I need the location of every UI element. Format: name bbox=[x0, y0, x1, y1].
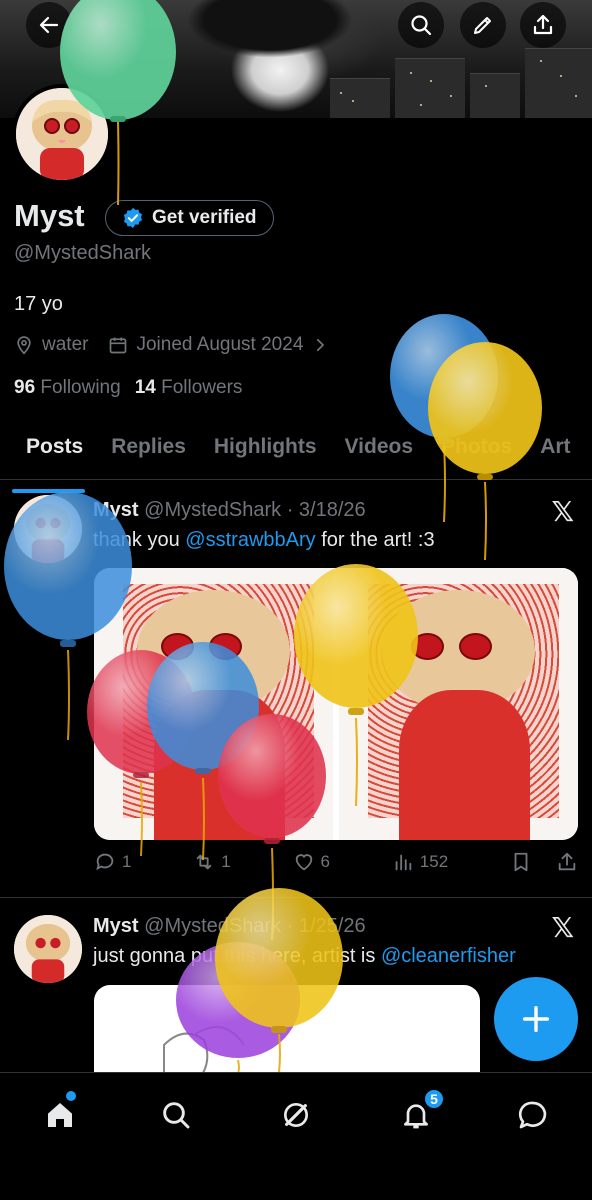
avatar-illustration bbox=[14, 915, 82, 983]
get-verified-label: Get verified bbox=[152, 207, 257, 228]
banner-building bbox=[395, 58, 465, 118]
arrow-left-icon bbox=[39, 16, 59, 34]
banner-building bbox=[525, 48, 592, 118]
profile-screen: Myst Get verified @MystedShark 17 yo wat… bbox=[0, 0, 592, 1200]
tab-highlights[interactable]: Highlights bbox=[200, 428, 331, 479]
followers-label: Followers bbox=[161, 377, 243, 398]
reply-count: 1 bbox=[122, 852, 132, 871]
tab-photos[interactable]: Photos bbox=[427, 428, 526, 479]
post-date[interactable]: · 1/25/26 bbox=[287, 915, 366, 937]
profile-meta: water Joined August 2024 bbox=[14, 334, 329, 356]
tab-art[interactable]: Art bbox=[526, 428, 584, 479]
chat-bubble-icon bbox=[518, 1101, 547, 1129]
avatar-illustration bbox=[14, 495, 82, 563]
home-unread-dot bbox=[66, 1091, 76, 1101]
heart-icon bbox=[295, 854, 312, 871]
post-author-name[interactable]: Myst bbox=[93, 915, 139, 937]
post-text-part: just gonna put this here, artist is bbox=[93, 945, 381, 967]
post-mention-link[interactable]: @sstrawbbAry bbox=[185, 529, 315, 551]
post-image-left[interactable] bbox=[94, 568, 333, 840]
plus-icon bbox=[522, 1005, 550, 1033]
profile-location: water bbox=[42, 334, 89, 355]
grok-icon bbox=[284, 1103, 308, 1127]
post-extra-actions bbox=[510, 851, 578, 873]
post-image-right[interactable] bbox=[339, 568, 578, 840]
get-verified-button[interactable]: Get verified bbox=[105, 200, 274, 236]
tab-videos[interactable]: Videos bbox=[331, 428, 427, 479]
post-avatar[interactable] bbox=[14, 915, 82, 983]
share-icon[interactable] bbox=[556, 851, 578, 873]
post-avatar[interactable] bbox=[14, 495, 82, 563]
post-author-handle[interactable]: @MystedShark bbox=[144, 915, 281, 937]
share-button[interactable] bbox=[520, 2, 566, 48]
post-text-part: for the art! :3 bbox=[315, 529, 435, 551]
profile-bio: 17 yo bbox=[14, 293, 63, 315]
banner-building bbox=[470, 73, 520, 118]
share-icon bbox=[533, 14, 553, 35]
post-text: just gonna put this here, artist is @cle… bbox=[93, 945, 516, 968]
compose-post-button[interactable] bbox=[494, 977, 578, 1061]
bottom-nav: 5 bbox=[0, 1072, 592, 1200]
followers-count: 14 bbox=[134, 377, 156, 398]
location-icon bbox=[17, 336, 31, 355]
repost-count: 1 bbox=[221, 852, 231, 871]
avatar-illustration bbox=[16, 88, 108, 180]
calendar-icon bbox=[110, 337, 127, 354]
post-date[interactable]: · 3/18/26 bbox=[287, 499, 366, 521]
views-icon bbox=[395, 854, 412, 871]
x-logo-icon[interactable]: 𝕏 bbox=[551, 495, 574, 528]
post-author-name[interactable]: Myst bbox=[93, 499, 139, 521]
post-item[interactable]: Myst @MystedShark · 3/18/26 𝕏 thank you … bbox=[0, 481, 592, 898]
tab-posts[interactable]: Posts bbox=[0, 428, 97, 493]
pencil-icon bbox=[474, 17, 491, 34]
chevron-right-icon[interactable] bbox=[311, 336, 329, 354]
views-count: 152 bbox=[419, 852, 449, 871]
profile-avatar[interactable] bbox=[12, 84, 112, 184]
reply-button[interactable]: 1 bbox=[94, 851, 131, 873]
profile-name: Myst bbox=[14, 198, 85, 233]
reply-icon bbox=[96, 853, 114, 871]
like-button[interactable]: 6 bbox=[293, 851, 330, 873]
post-media[interactable] bbox=[94, 568, 578, 840]
search-icon bbox=[163, 1102, 190, 1129]
notifications-badge: 5 bbox=[423, 1088, 445, 1110]
x-logo-icon[interactable]: 𝕏 bbox=[551, 911, 574, 944]
profile-tabs: Posts Replies Highlights Videos Photos A… bbox=[0, 428, 592, 493]
repost-icon bbox=[196, 854, 212, 870]
post-text: thank you @sstrawbbAry for the art! :3 bbox=[93, 529, 435, 552]
following-label: Following bbox=[40, 377, 121, 398]
search-icon bbox=[411, 15, 432, 36]
followers-link[interactable]: 14 Followers bbox=[135, 377, 243, 399]
nav-messages[interactable] bbox=[513, 1095, 553, 1135]
edit-button[interactable] bbox=[460, 2, 506, 48]
verified-badge-icon bbox=[123, 207, 143, 229]
profile-joined[interactable]: Joined August 2024 bbox=[136, 334, 303, 356]
like-count: 6 bbox=[320, 852, 330, 871]
back-button[interactable] bbox=[26, 2, 72, 48]
nav-grok[interactable] bbox=[276, 1095, 316, 1135]
following-link[interactable]: 96 Following bbox=[14, 377, 121, 399]
profile-handle: @MystedShark bbox=[14, 242, 152, 264]
nav-home[interactable] bbox=[40, 1095, 80, 1135]
repost-button[interactable]: 1 bbox=[193, 851, 231, 873]
search-button[interactable] bbox=[398, 2, 444, 48]
nav-search[interactable] bbox=[156, 1095, 196, 1135]
follow-stats: 96 Following 14 Followers bbox=[14, 377, 242, 399]
banner-character-hair bbox=[150, 0, 390, 80]
post-author-handle[interactable]: @MystedShark bbox=[144, 499, 281, 521]
home-icon bbox=[48, 1103, 72, 1127]
bookmark-icon[interactable] bbox=[510, 851, 532, 873]
views-button[interactable]: 152 bbox=[392, 851, 448, 873]
tab-replies[interactable]: Replies bbox=[97, 428, 200, 479]
following-count: 96 bbox=[14, 377, 36, 398]
post-header: Myst @MystedShark · 1/25/26 bbox=[93, 915, 366, 938]
post-mention-link[interactable]: @cleanerfisher bbox=[381, 945, 516, 967]
post-actions: 1 1 6 152 bbox=[94, 851, 578, 873]
post-text-part: thank you bbox=[93, 529, 186, 551]
post-header: Myst @MystedShark · 3/18/26 bbox=[93, 499, 366, 522]
